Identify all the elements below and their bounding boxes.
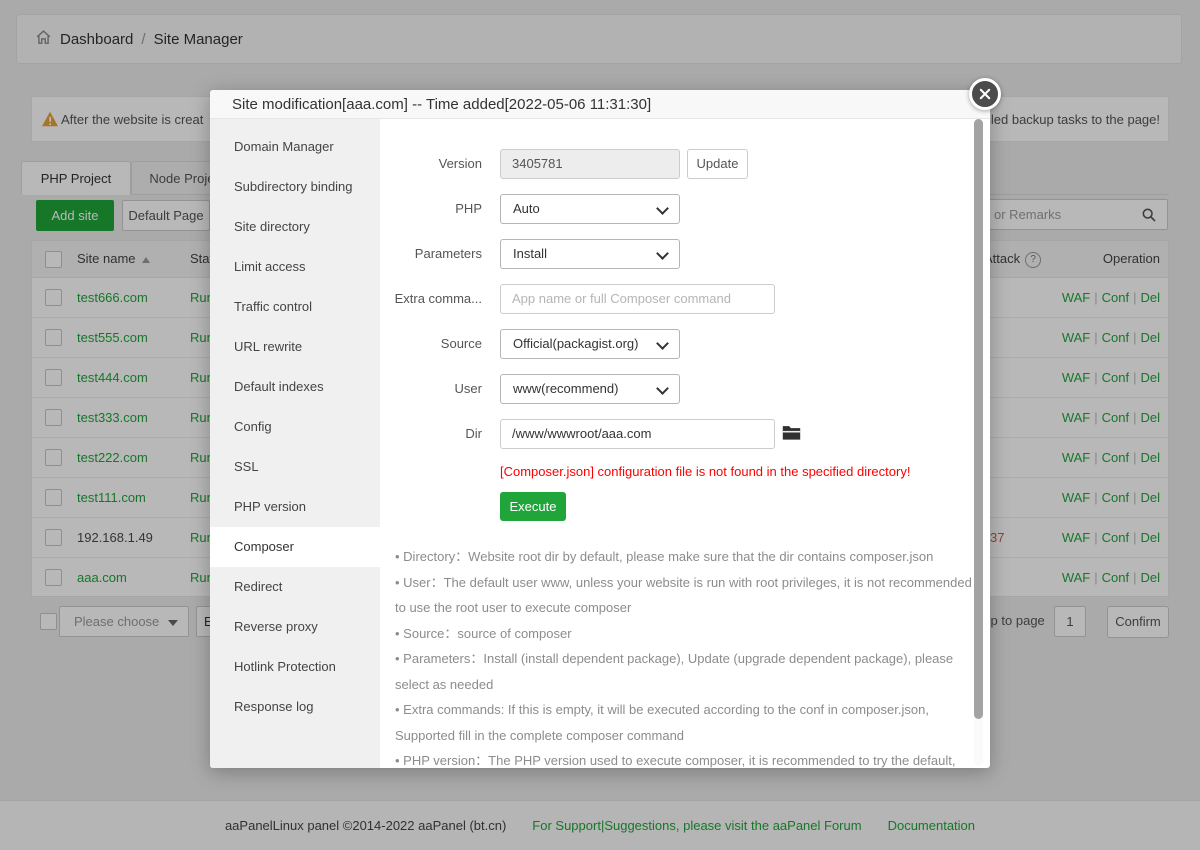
sidebar-item-traffic-control[interactable]: Traffic control bbox=[210, 287, 380, 327]
note-extra-commands: Extra commands: If this is empty, it wil… bbox=[395, 697, 980, 748]
sidebar-item-php-version[interactable]: PHP version bbox=[210, 487, 380, 527]
sidebar-item-limit-access[interactable]: Limit access bbox=[210, 247, 380, 287]
source-label: Source bbox=[380, 328, 482, 360]
close-icon[interactable] bbox=[969, 78, 1001, 110]
parameters-label: Parameters bbox=[380, 238, 482, 270]
sidebar-item-domain-manager[interactable]: Domain Manager bbox=[210, 127, 380, 167]
sidebar-item-hotlink-protection[interactable]: Hotlink Protection bbox=[210, 647, 380, 687]
dir-input[interactable]: /www/wwwroot/aaa.com bbox=[500, 419, 775, 449]
dir-label: Dir bbox=[380, 418, 482, 450]
site-modification-modal: Site modification[aaa.com] -- Time added… bbox=[210, 90, 990, 768]
update-button[interactable]: Update bbox=[687, 149, 748, 179]
version-label: Version bbox=[380, 148, 482, 180]
modal-header: Site modification[aaa.com] -- Time added… bbox=[210, 90, 990, 119]
aapanel-page: Dashboard / Site Manager After the websi… bbox=[0, 0, 1200, 850]
sidebar-item-composer[interactable]: Composer bbox=[210, 527, 380, 567]
execute-button[interactable]: Execute bbox=[500, 492, 566, 521]
extra-command-input[interactable]: App name or full Composer command bbox=[500, 284, 775, 314]
composer-error-message: [Composer.json] configuration file is no… bbox=[500, 464, 910, 479]
sidebar-item-reverse-proxy[interactable]: Reverse proxy bbox=[210, 607, 380, 647]
note-parameters: Parameters：Install (install dependent pa… bbox=[395, 646, 980, 697]
version-input[interactable]: 3405781 bbox=[500, 149, 680, 179]
modal-title: Site modification[aaa.com] -- Time added… bbox=[232, 90, 651, 119]
modal-scrollbar-thumb[interactable] bbox=[974, 119, 983, 719]
folder-icon[interactable] bbox=[782, 424, 801, 444]
composer-notes: Directory：Website root dir by default, p… bbox=[395, 544, 980, 768]
note-source: Source：source of composer bbox=[395, 621, 980, 647]
extra-command-placeholder: App name or full Composer command bbox=[512, 291, 731, 306]
note-user: User：The default user www, unless your w… bbox=[395, 570, 980, 621]
sidebar-item-url-rewrite[interactable]: URL rewrite bbox=[210, 327, 380, 367]
sidebar-item-subdirectory-binding[interactable]: Subdirectory binding bbox=[210, 167, 380, 207]
sidebar-item-redirect[interactable]: Redirect bbox=[210, 567, 380, 607]
source-select[interactable]: Official(packagist.org) bbox=[500, 329, 680, 359]
note-directory: Directory：Website root dir by default, p… bbox=[395, 544, 980, 570]
sidebar-item-default-indexes[interactable]: Default indexes bbox=[210, 367, 380, 407]
sidebar-item-config[interactable]: Config bbox=[210, 407, 380, 447]
extra-command-label: Extra comma... bbox=[380, 283, 482, 315]
sidebar-item-ssl[interactable]: SSL bbox=[210, 447, 380, 487]
php-label: PHP bbox=[380, 193, 482, 225]
modal-scrollbar-track bbox=[974, 119, 983, 766]
user-label: User bbox=[380, 373, 482, 405]
parameters-select[interactable]: Install bbox=[500, 239, 680, 269]
modal-sidebar: Domain Manager Subdirectory binding Site… bbox=[210, 119, 380, 768]
composer-panel: Version 3405781 Update PHP Auto Paramete… bbox=[380, 119, 990, 768]
php-select[interactable]: Auto bbox=[500, 194, 680, 224]
sidebar-item-site-directory[interactable]: Site directory bbox=[210, 207, 380, 247]
user-select[interactable]: www(recommend) bbox=[500, 374, 680, 404]
sidebar-item-response-log[interactable]: Response log bbox=[210, 687, 380, 727]
note-php-version: PHP version：The PHP version used to exec… bbox=[395, 748, 980, 768]
